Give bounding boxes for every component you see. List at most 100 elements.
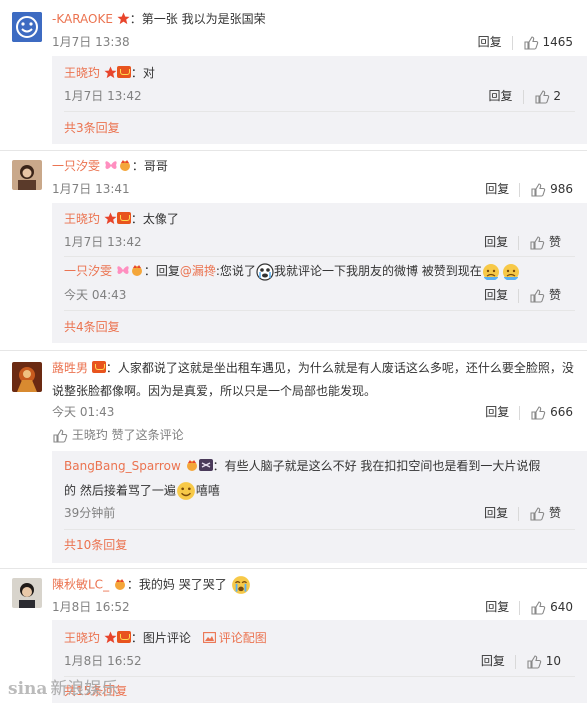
reply-button[interactable]: 回复	[484, 235, 508, 249]
reply-text-continued: 的 然后接着骂了一遍	[64, 483, 176, 498]
divider	[64, 676, 575, 677]
comment-item: 一只汐雯 ：哥哥 1月7日 13:41 回复 986 王晓玓 ：太像了 1月7日…	[0, 150, 587, 350]
thumbs-up-icon	[534, 89, 549, 104]
reply-button[interactable]: 回复	[485, 182, 509, 196]
star-badge-icon	[104, 66, 117, 79]
divider	[522, 89, 524, 104]
like-button[interactable]: 赞	[529, 288, 561, 303]
reply-text: 对	[142, 66, 155, 80]
reply-button[interactable]: 回复	[481, 654, 505, 668]
crying-face-emoji-icon	[231, 576, 250, 594]
reply-list: 王晓玓 ：图片评论 评论配图 1月8日 16:52 回复 10 共15条回复	[52, 620, 587, 703]
like-button[interactable]: 986	[530, 182, 573, 197]
comment-text: 人家都说了这就是坐出租车遇见，为什么就是有人废话这么多呢，还什么要全脸照，没	[117, 361, 574, 375]
reply-button[interactable]: 回复	[484, 288, 508, 302]
thumbs-up-icon	[53, 428, 68, 443]
comment-time: 今天 01:43	[52, 405, 115, 419]
thumbs-up-icon	[531, 600, 546, 615]
reply-text: 太像了	[142, 212, 179, 226]
like-count: 640	[550, 600, 573, 614]
divider	[511, 35, 513, 50]
like-count: 666	[550, 405, 573, 419]
like-button[interactable]: 赞	[529, 506, 561, 521]
divider	[518, 506, 520, 521]
more-replies-link[interactable]: 共4条回复	[64, 318, 120, 336]
reply-button[interactable]: 回复	[485, 405, 509, 419]
crying-face-emoji-icon	[256, 262, 274, 281]
avatar[interactable]	[12, 578, 42, 608]
separator: ：	[130, 212, 143, 226]
more-replies-link[interactable]: 共10条回复	[64, 536, 127, 554]
thumbs-up-icon	[530, 506, 545, 521]
like-count: 赞	[548, 235, 561, 249]
divider	[519, 182, 521, 197]
reply-button[interactable]: 回复	[485, 600, 509, 614]
reply-username[interactable]: 一只汐雯	[64, 264, 112, 278]
like-count: 2	[553, 89, 561, 103]
like-button[interactable]: 640	[530, 600, 573, 615]
divider	[64, 529, 575, 530]
divider	[514, 654, 516, 669]
reply-username[interactable]: 王晓玓	[64, 66, 100, 80]
reply-prefix: 回复	[155, 264, 180, 278]
user-photo-icon	[12, 160, 42, 190]
watermark-brand: sina	[8, 679, 48, 699]
reply-time: 39分钟前	[64, 506, 116, 520]
reply-time: 1月7日 13:42	[64, 235, 142, 249]
comment-time: 1月8日 16:52	[52, 600, 130, 614]
crown-badge-icon	[131, 265, 142, 276]
divider	[518, 235, 520, 250]
divider	[64, 310, 575, 311]
avatar[interactable]	[12, 362, 42, 392]
reply-text: 图片评论	[142, 631, 191, 645]
comment-image-link[interactable]: 评论配图	[219, 631, 267, 645]
separator: ：	[131, 159, 144, 173]
user-photo-icon	[12, 362, 42, 392]
comment-username[interactable]: 陳秋敏LC_	[52, 578, 109, 592]
image-icon	[202, 632, 216, 643]
reply-text: 有些人脑子就是这么不好 我在扣扣空间也是看到一大片说假	[224, 459, 541, 473]
vip-badge-icon	[116, 212, 131, 224]
comment-username[interactable]: 一只汐雯	[52, 159, 100, 173]
thumbs-up-icon	[530, 235, 545, 250]
like-button[interactable]: 10	[526, 654, 561, 669]
like-button[interactable]: 666	[530, 405, 573, 420]
reply-username[interactable]: BangBang_Sparrow	[64, 459, 181, 473]
separator: ：	[212, 459, 225, 473]
reply-button[interactable]: 回复	[484, 506, 508, 520]
butterfly-badge-icon	[117, 266, 129, 274]
awkward-face-emoji-icon	[482, 263, 499, 280]
game-badge-icon	[198, 459, 213, 471]
mention-link[interactable]: @漏搀	[180, 264, 216, 278]
separator: ：	[129, 12, 142, 26]
comment-text-continued: 说整张脸都像啊。因为是真爱，所以只是一个局部也能发现。	[52, 384, 377, 398]
butterfly-badge-icon	[105, 161, 117, 169]
reply-list: 王晓玓 ：太像了 1月7日 13:42 回复 赞 一只汐雯 ：回复@漏搀:您说了…	[52, 203, 587, 343]
sina-watermark: sina 新浪娱乐	[8, 674, 118, 699]
more-replies-link[interactable]: 共3条回复	[64, 119, 120, 137]
like-count: 赞	[548, 288, 561, 302]
like-count: 986	[550, 182, 573, 196]
vip-badge-icon	[116, 631, 131, 643]
reply-username[interactable]: 王晓玓	[64, 631, 100, 645]
like-button[interactable]: 2	[534, 89, 561, 104]
crown-badge-icon	[119, 160, 130, 171]
reply-text: :您说了	[215, 264, 256, 278]
avatar[interactable]	[12, 160, 42, 190]
star-badge-icon	[104, 212, 117, 225]
separator: ：	[130, 66, 143, 80]
comment-username[interactable]: -KARAOKE	[52, 12, 113, 26]
like-count: 10	[545, 654, 561, 668]
like-button[interactable]: 1465	[523, 35, 573, 50]
comment-item: 蕗甠男 ： 人家都说了这就是坐出租车遇见，为什么就是有人废话这么多呢，还什么要全脸…	[0, 350, 587, 568]
divider	[64, 256, 575, 257]
reply-time: 1月8日 16:52	[64, 654, 142, 668]
avatar[interactable]	[12, 12, 42, 42]
reply-button[interactable]: 回复	[489, 89, 513, 103]
reply-text-tail: 嘻嘻	[195, 483, 220, 498]
reply-username[interactable]: 王晓玓	[64, 212, 100, 226]
reply-button[interactable]: 回复	[478, 35, 502, 49]
user-photo-icon	[12, 578, 42, 608]
like-button[interactable]: 赞	[529, 235, 561, 250]
comment-username[interactable]: 蕗甠男	[52, 361, 88, 375]
